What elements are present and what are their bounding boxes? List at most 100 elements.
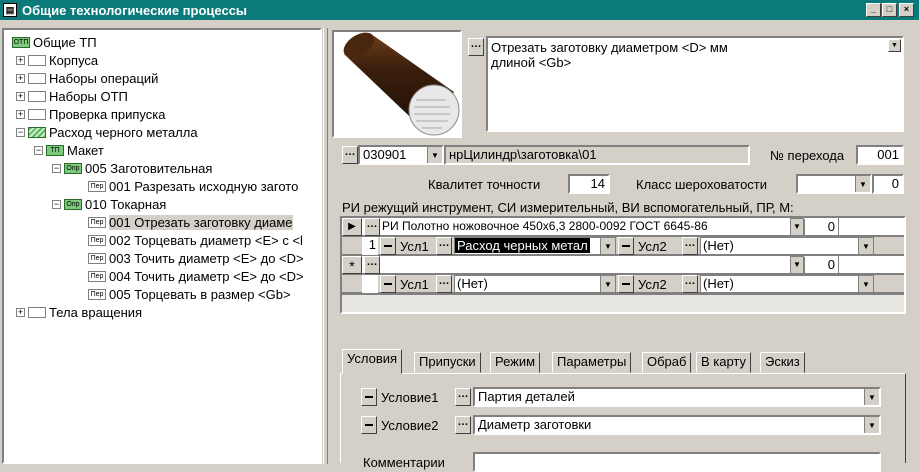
tools-row[interactable]: ▶ … РИ Полотно ножовочное 450х6,3 2800-0… [342, 218, 904, 236]
tree-node-step-005-001[interactable]: Пер 001 Разрезать исходную загото [88, 177, 298, 195]
tree-node-op-005[interactable]: − Опр 005 Заготовительная [52, 159, 212, 177]
process-tree[interactable]: ОТП Общие ТП + Корпуса + Наборы операций… [2, 28, 322, 464]
tree-node-root[interactable]: ОТП Общие ТП [12, 33, 97, 51]
comment-field[interactable] [473, 452, 881, 472]
roughness-combo[interactable]: ▼ [796, 174, 872, 194]
chevron-down-icon[interactable]: ▼ [858, 276, 873, 292]
expand-plus-icon[interactable]: + [16, 73, 25, 83]
usl2-remove-button[interactable] [618, 237, 634, 255]
tree-node-label: Общие ТП [33, 34, 97, 50]
tool-lookup-button[interactable]: … [364, 218, 380, 236]
chevron-down-icon[interactable]: ▼ [855, 176, 870, 192]
usl2-lookup-button[interactable]: … [682, 275, 698, 293]
accuracy-field[interactable]: 14 [568, 174, 610, 194]
chevron-down-icon[interactable]: ▼ [858, 238, 873, 254]
tree-node-nabory-operaciy[interactable]: + Наборы операций [16, 69, 158, 87]
tool-lookup-button[interactable]: … [364, 256, 380, 274]
usl1-remove-button[interactable] [380, 237, 396, 255]
expand-plus-icon[interactable]: + [16, 109, 25, 119]
collapse-minus-icon[interactable]: − [52, 199, 61, 209]
condition2-remove-button[interactable] [361, 416, 377, 434]
chevron-down-icon[interactable]: ▼ [864, 389, 879, 405]
usl2-combo[interactable]: (Нет) ▼ [700, 275, 874, 293]
tools-row-new[interactable]: * … ▼ 0 [342, 256, 904, 274]
chevron-down-icon[interactable]: ▼ [790, 218, 804, 236]
tree-node-step-010-004[interactable]: Пер 004 Точить диаметр <E> до <D> [88, 267, 304, 285]
usl1-combo[interactable]: Расход черных метал ▼ [454, 237, 616, 255]
tab-page-usloviya: Условие1 … Партия деталей ▼ Условие2 … Д… [340, 373, 906, 472]
collapse-minus-icon[interactable]: − [34, 145, 43, 155]
collapse-minus-icon[interactable]: − [52, 163, 61, 173]
usl2-remove-button[interactable] [618, 275, 634, 293]
condition2-combo[interactable]: Диаметр заготовки ▼ [473, 415, 881, 435]
expand-plus-icon[interactable]: + [16, 55, 25, 65]
tab-usloviya[interactable]: Условия [342, 349, 403, 374]
expand-plus-icon[interactable]: + [16, 307, 25, 317]
tree-node-tela-vrascheniya[interactable]: + Тела вращения [16, 303, 142, 321]
tree-node-nabory-otp[interactable]: + Наборы ОТП [16, 87, 128, 105]
description-field[interactable]: Отрезать заготовку диаметром <D> мм длин… [486, 36, 904, 132]
usl1-combo[interactable]: (Нет) ▼ [454, 275, 616, 293]
app-icon[interactable]: ▤ [3, 3, 17, 17]
tool-qty[interactable]: 0 [804, 219, 838, 236]
close-button[interactable]: × [899, 3, 914, 17]
step-icon: Пер [88, 288, 106, 300]
tree-node-label: Корпуса [49, 52, 99, 68]
chevron-down-icon[interactable]: ▼ [864, 417, 879, 433]
roughness-extra-field[interactable]: 0 [872, 174, 904, 194]
minus-icon [622, 283, 630, 285]
chevron-down-icon[interactable]: ▼ [790, 256, 804, 274]
tab-obrab[interactable]: Обраб [642, 352, 692, 373]
tree-node-op-010[interactable]: − Опр 010 Токарная [52, 195, 166, 213]
tree-node-rashod[interactable]: − Расход черного металла [16, 123, 198, 141]
usl1-lookup-button[interactable]: … [436, 237, 452, 255]
condition1-label: Условие1 [381, 390, 439, 405]
splitter[interactable] [323, 28, 328, 464]
tab-parametry[interactable]: Параметры [552, 352, 632, 373]
title-bar[interactable]: ▤ Общие технологические процессы _ □ × [0, 0, 919, 20]
tab-eskiz[interactable]: Эскиз [760, 352, 805, 373]
tool-extra-cell[interactable] [838, 218, 904, 236]
code-lookup-button[interactable]: … [342, 146, 358, 164]
new-row-asterisk-icon[interactable]: * [342, 256, 362, 274]
cylinder-icon [343, 32, 460, 136]
scroll-down-icon[interactable]: ▼ [888, 39, 901, 52]
condition1-lookup-button[interactable]: … [455, 388, 471, 406]
usl2-lookup-button[interactable]: … [682, 237, 698, 255]
tab-pripuski[interactable]: Припуски [414, 352, 481, 373]
row-selector-arrow-icon[interactable]: ▶ [342, 218, 362, 236]
accuracy-label: Квалитет точности [428, 177, 541, 192]
tree-node-maket[interactable]: − ТП Макет [34, 141, 104, 159]
step-number-field[interactable]: 001 [856, 145, 904, 165]
tab-rezhim[interactable]: Режим [490, 352, 541, 373]
minimize-button[interactable]: _ [866, 3, 881, 17]
description-lookup-button[interactable]: … [468, 38, 484, 56]
tree-node-korpusa[interactable]: + Корпуса [16, 51, 98, 69]
chevron-down-icon[interactable]: ▼ [600, 238, 615, 254]
collapse-minus-icon[interactable]: − [16, 127, 25, 137]
horizontal-scrollbar[interactable] [342, 295, 904, 312]
folder-icon [28, 306, 46, 318]
tool-qty[interactable]: 0 [804, 257, 838, 274]
tools-grid[interactable]: ▶ … РИ Полотно ножовочное 450х6,3 2800-0… [340, 216, 906, 314]
tool-name[interactable] [382, 257, 790, 274]
tab-v-kartu[interactable]: В карту [696, 352, 752, 373]
usl2-combo[interactable]: (Нет) ▼ [700, 237, 874, 255]
chevron-down-icon[interactable]: ▼ [600, 276, 615, 292]
usl1-lookup-button[interactable]: … [436, 275, 452, 293]
maximize-button[interactable]: □ [882, 3, 897, 17]
tree-node-proverka[interactable]: + Проверка припуска [16, 105, 165, 123]
condition1-remove-button[interactable] [361, 388, 377, 406]
tool-name[interactable]: РИ Полотно ножовочное 450х6,3 2800-0092 … [382, 219, 794, 236]
usl1-remove-button[interactable] [380, 275, 396, 293]
condition1-combo[interactable]: Партия деталей ▼ [473, 387, 881, 407]
tree-node-step-010-003[interactable]: Пер 003 Точить диаметр <E> до <D> [88, 249, 304, 267]
chevron-down-icon[interactable]: ▼ [427, 147, 442, 163]
expand-plus-icon[interactable]: + [16, 91, 25, 101]
tree-node-step-010-002[interactable]: Пер 002 Торцевать диаметр <E> с <l [88, 231, 303, 249]
tree-node-step-010-005[interactable]: Пер 005 Торцевать в размер <Gb> [88, 285, 291, 303]
condition2-lookup-button[interactable]: … [455, 416, 471, 434]
tool-extra-cell[interactable] [838, 256, 904, 274]
tree-node-step-010-001[interactable]: Пер 001 Отрезать заготовку диаме [88, 213, 293, 231]
code-combo[interactable]: 030901 ▼ [358, 145, 444, 165]
